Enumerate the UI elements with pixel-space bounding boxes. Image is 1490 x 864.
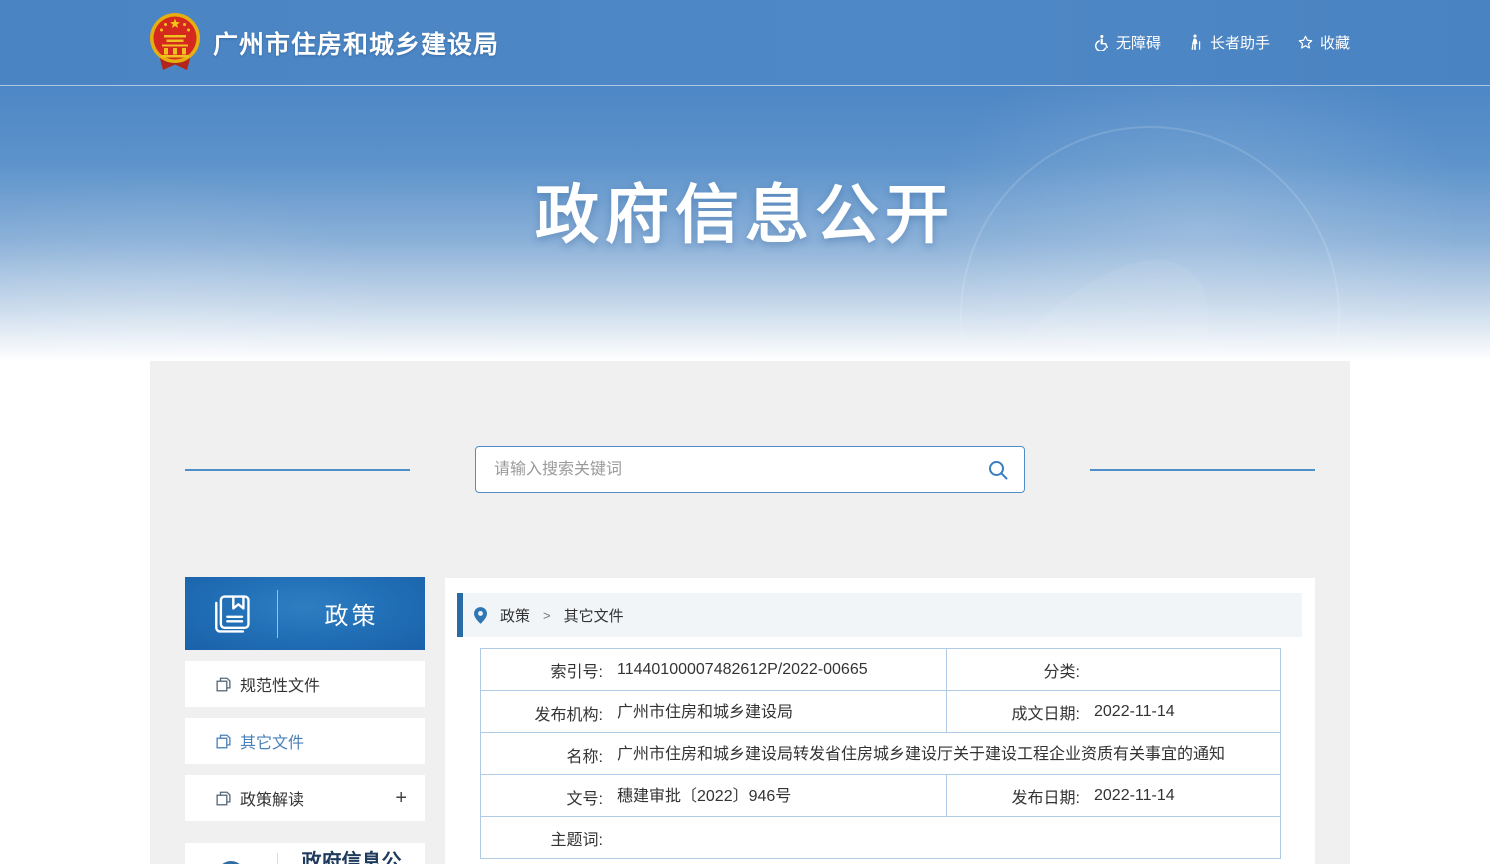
sidebar-section-gov-info[interactable]: 政府信息公开 [185,843,425,864]
publisher-label: 发布机构: [481,701,603,725]
left-divider-line [185,469,410,471]
table-row: 文号: 穗建审批〔2022〕946号 发布日期: 2022-11-14 [481,775,1281,817]
favorite-link[interactable]: 收藏 [1297,32,1350,53]
top-bar: 广州市住房和城乡建设局 无障碍 [0,0,1490,86]
right-divider-line [1090,469,1315,471]
location-pin-icon [474,607,487,624]
document-copy-icon [216,734,231,749]
main-panel: 政策 > 其它文件 索引号: 11440100007482612P/2022-00… [445,578,1315,864]
search-icon [987,459,1009,481]
publish-date-value: 2022-11-14 [1094,787,1175,804]
search-box [475,446,1025,493]
index-number-value: 11440100007482612P/2022-00665 [617,661,868,678]
keywords-label: 主题词: [481,826,603,850]
publish-date-label: 发布日期: [947,784,1080,808]
search-input[interactable] [475,446,1025,493]
document-detail-table: 索引号: 11440100007482612P/2022-00665 分类: 发布… [480,648,1281,859]
name-value: 广州市住房和城乡建设局转发省住房城乡建设厅关于建设工程企业资质有关事宜的通知 [617,746,1225,763]
table-row: 主题词: [481,817,1281,859]
document-copy-icon [216,791,231,806]
sidebar-item-other-documents[interactable]: 其它文件 [185,718,425,764]
sidebar-section-gov-info-title: 政府信息公开 [278,849,425,864]
sidebar-item-policy-interpretation[interactable]: 政策解读 + [185,775,425,821]
breadcrumb-separator: > [543,608,551,623]
top-links: 无障碍 长者助手 收藏 [1093,32,1350,53]
star-icon [1297,34,1314,51]
table-row: 名称: 广州市住房和城乡建设局转发省住房城乡建设厅关于建设工程企业资质有关事宜的通… [481,733,1281,775]
search-button[interactable] [985,457,1011,483]
banner: 政府信息公开 [0,86,1490,361]
publisher-value: 广州市住房和城乡建设局 [617,704,793,721]
sidebar-section-policy-title: 政策 [278,596,425,631]
page-title: 政府信息公开 [0,164,1490,256]
breadcrumb: 政策 > 其它文件 [457,593,1302,637]
book-icon [185,591,277,637]
document-copy-icon [216,677,231,692]
index-number-label: 索引号: [481,658,603,682]
doc-number-value: 穗建审批〔2022〕946号 [617,788,791,805]
sidebar: 政策 规范性文件 其它文件 [185,577,425,864]
elderly-assist-link[interactable]: 长者助手 [1188,32,1270,53]
breadcrumb-item-policy[interactable]: 政策 [500,605,530,626]
category-label: 分类: [947,658,1080,682]
written-date-value: 2022-11-14 [1094,703,1175,720]
written-date-label: 成文日期: [947,700,1080,724]
elderly-assist-icon [1188,34,1204,51]
name-label: 名称: [481,743,603,767]
table-row: 发布机构: 广州市住房和城乡建设局 成文日期: 2022-11-14 [481,691,1281,733]
doc-number-label: 文号: [481,785,603,809]
national-emblem-logo [147,11,203,75]
sidebar-section-policy[interactable]: 政策 [185,577,425,650]
search-section [185,446,1315,493]
table-row: 索引号: 11440100007482612P/2022-00665 分类: [481,649,1281,691]
accessibility-icon [1093,34,1110,51]
accessibility-link[interactable]: 无障碍 [1093,32,1161,53]
expand-plus-icon[interactable]: + [395,788,407,808]
info-circle-icon [185,860,277,864]
breadcrumb-item-other-documents: 其它文件 [564,605,624,626]
sidebar-item-normative-documents[interactable]: 规范性文件 [185,661,425,707]
content-container: 政策 规范性文件 其它文件 [150,361,1350,864]
site-title: 广州市住房和城乡建设局 [213,25,499,61]
